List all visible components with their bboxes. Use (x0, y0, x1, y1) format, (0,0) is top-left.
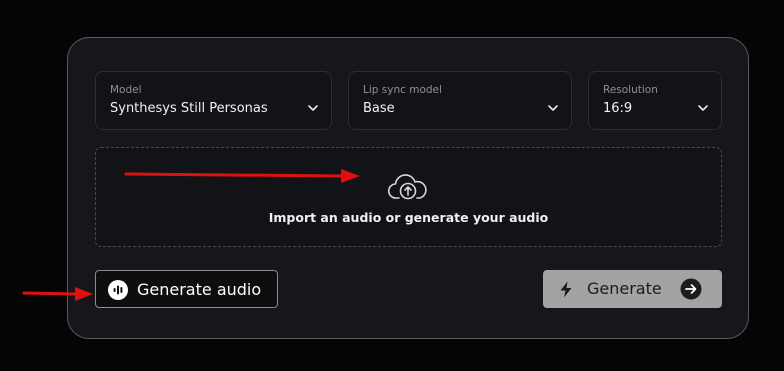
arrow-right-circle-icon (680, 278, 702, 300)
audio-dropzone[interactable]: Import an audio or generate your audio (95, 147, 722, 247)
model-select-label: Model (110, 84, 142, 96)
chevron-down-icon (698, 105, 708, 111)
dropzone-text: Import an audio or generate your audio (268, 210, 549, 225)
cloud-upload-icon (387, 174, 427, 200)
chevron-down-icon (308, 105, 318, 111)
chevron-down-icon (548, 105, 558, 111)
generate-label: Generate (587, 279, 662, 298)
audio-wave-icon (108, 280, 128, 300)
lip-sync-model-label: Lip sync model (363, 84, 442, 96)
generate-button[interactable]: Generate (543, 270, 722, 308)
generate-audio-button[interactable]: Generate audio (95, 270, 278, 308)
lip-sync-model-select[interactable]: Lip sync model Base (348, 71, 572, 130)
lightning-icon (560, 281, 572, 298)
resolution-select[interactable]: Resolution 16:9 (588, 71, 722, 130)
resolution-label: Resolution (603, 84, 658, 96)
lip-sync-model-value: Base (363, 101, 395, 116)
generate-audio-label: Generate audio (137, 280, 262, 299)
model-select[interactable]: Model Synthesys Still Personas (95, 71, 332, 130)
resolution-value: 16:9 (603, 101, 633, 116)
model-select-value: Synthesys Still Personas (110, 101, 268, 116)
app-stage: Model Synthesys Still Personas Lip sync … (0, 0, 784, 371)
